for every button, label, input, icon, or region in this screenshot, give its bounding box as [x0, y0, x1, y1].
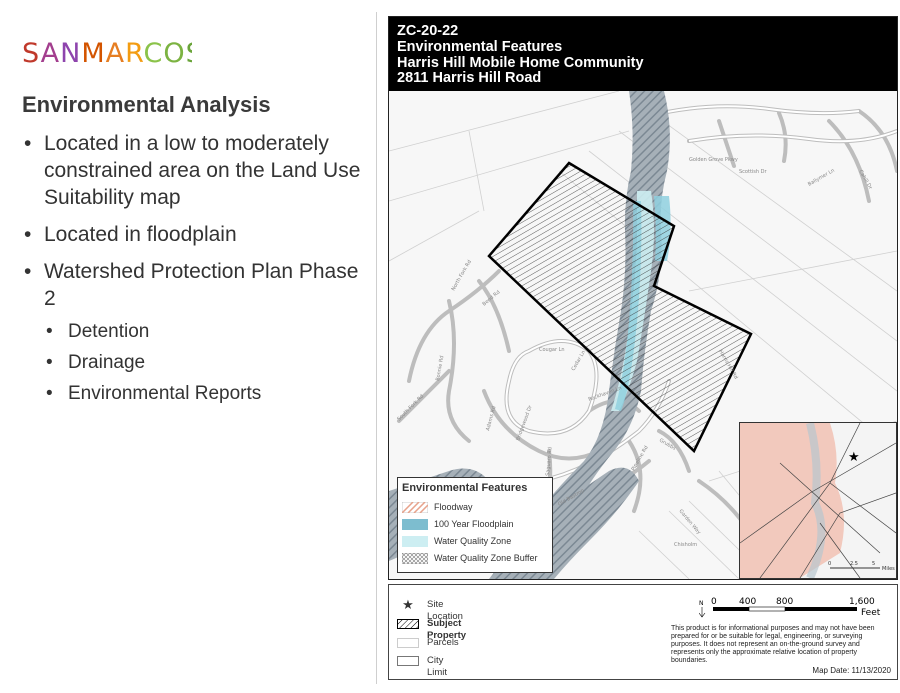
- legend-label: Water Quality Zone: [434, 536, 512, 546]
- san-marcos-logo-mark: SANMARCOS: [22, 38, 203, 69]
- north-arrow-icon: [699, 607, 706, 618]
- scale-unit: Feet: [861, 608, 881, 618]
- bullet-item: Located in a low to moderately constrain…: [22, 130, 372, 211]
- map-title-address: 2811 Harris Hill Road: [397, 70, 542, 86]
- legend-item-floodway: Floodway: [402, 502, 552, 514]
- scale-tick: 1,600: [849, 597, 875, 607]
- legend-item-water-quality-buffer: Water Quality Zone Buffer: [402, 553, 552, 565]
- map-date: Map Date: 11/13/2020: [812, 666, 891, 675]
- legend-item-water-quality-zone: Water Quality Zone: [402, 536, 552, 548]
- north-arrow-label: N: [699, 600, 704, 607]
- sub-bullet-item: Drainage: [44, 347, 372, 378]
- parcels-swatch: [397, 638, 419, 648]
- street-label: Golden Grove Pkwy: [689, 157, 738, 163]
- inset-scale-label: 5: [872, 561, 875, 567]
- bullet-item: Located in floodplain: [22, 221, 372, 248]
- water-quality-zone-swatch: [402, 536, 428, 547]
- street-label: Grubbs: [658, 438, 677, 452]
- bullet-item: Watershed Protection Plan Phase 2 Detent…: [22, 258, 372, 409]
- bullet-list: Located in a low to moderately constrain…: [22, 130, 372, 419]
- environmental-features-legend: Environmental Features Floodway 100 Year…: [397, 477, 553, 573]
- environmental-map: ZC-20-22 Environmental Features Harris H…: [388, 16, 898, 580]
- column-divider: [376, 12, 377, 684]
- floodway-swatch: [402, 502, 428, 513]
- scale-tick: 0: [711, 597, 717, 607]
- inset-map-canvas: ★ 0 2.5 5 Miles: [740, 423, 896, 578]
- street-label: Chisholm: [674, 542, 697, 548]
- map-title-subject: Environmental Features: [397, 39, 563, 55]
- street-label: Scottish Dr: [739, 169, 768, 175]
- key-label: City Limit: [427, 655, 448, 678]
- inset-locator-map: ★ 0 2.5 5 Miles: [739, 422, 897, 579]
- city-limit-area: [740, 423, 844, 578]
- inset-scale-label: 2.5: [850, 561, 858, 567]
- key-label: Parcels: [427, 637, 459, 648]
- street-label: Adams Rd: [485, 406, 497, 432]
- slide-heading: Environmental Analysis: [22, 92, 271, 117]
- legend-title: Environmental Features: [402, 482, 528, 494]
- inset-scale-label: 0: [828, 561, 831, 567]
- subdivision-roads-north: [647, 104, 897, 203]
- street-label: South Fork Rd: [396, 393, 425, 422]
- inset-scale-unit: Miles: [882, 566, 895, 572]
- scale-bar: N 0 400 800 1,600 Feet: [699, 597, 881, 618]
- site-location-star: ★: [848, 449, 860, 464]
- map-key-panel: ★ Site Location Subject Property Parcels…: [388, 584, 898, 680]
- inset-scale-bar: 0 2.5 5 Miles: [828, 561, 895, 572]
- map-title-bar: ZC-20-22 Environmental Features Harris H…: [389, 17, 897, 91]
- legend-label: 100 Year Floodplain: [434, 519, 514, 529]
- street-label: Ballymer Ln: [807, 168, 836, 188]
- legend-item-floodplain: 100 Year Floodplain: [402, 519, 552, 531]
- street-label: Cedar Ln: [571, 350, 587, 372]
- street-label: Garden Way: [677, 508, 701, 535]
- scale-tick: 400: [739, 597, 756, 607]
- legend-label: Water Quality Zone Buffer: [434, 553, 538, 563]
- floodplain-swatch: [402, 519, 428, 530]
- legend-label: Floodway: [434, 502, 473, 512]
- sub-bullet-list: Detention Drainage Environmental Reports: [44, 316, 372, 409]
- sub-bullet-item: Detention: [44, 316, 372, 347]
- star-icon: ★: [402, 597, 414, 612]
- map-title-community: Harris Hill Mobile Home Community: [397, 55, 644, 71]
- bullet-text: Watershed Protection Plan Phase 2: [44, 260, 359, 310]
- map-title-case: ZC-20-22: [397, 23, 459, 39]
- street-label: North Fork Rd: [451, 259, 473, 292]
- street-label: Cougar Ln: [539, 347, 565, 353]
- svg-text:SANMARCOS: SANMARCOS: [22, 38, 192, 69]
- san-marcos-logo: SANMARCOS: [22, 32, 203, 72]
- scale-tick: 800: [776, 597, 793, 607]
- sub-bullet-item: Environmental Reports: [44, 378, 372, 409]
- map-disclaimer: This product is for informational purpos…: [671, 625, 875, 664]
- water-quality-buffer-swatch: [402, 553, 428, 564]
- city-limit-swatch: [397, 656, 419, 666]
- subject-property-swatch: [397, 619, 419, 629]
